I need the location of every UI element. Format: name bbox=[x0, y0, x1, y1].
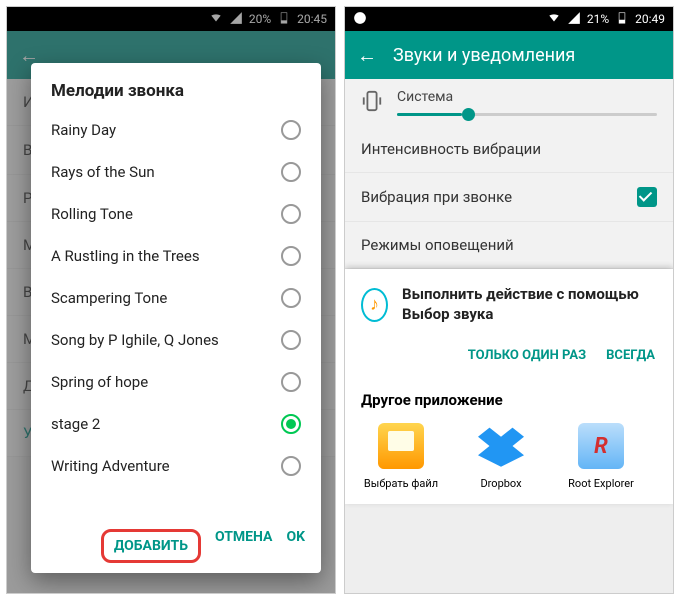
radio-icon[interactable] bbox=[281, 414, 301, 434]
ringtone-item[interactable]: Song by P Ighile, Q Jones bbox=[31, 319, 321, 361]
wifi-icon bbox=[547, 11, 561, 28]
radio-icon[interactable] bbox=[281, 246, 301, 266]
action-bar: ← Звуки и уведомления bbox=[345, 31, 673, 79]
ringtone-list[interactable]: Rainy Day Rays of the Sun Rolling Tone A Ru… bbox=[31, 109, 321, 519]
page-title: Звуки и уведомления bbox=[393, 45, 575, 66]
dialog-buttons: ДОБАВИТЬ ОТМЕНА OK bbox=[31, 519, 321, 573]
radio-icon[interactable] bbox=[281, 456, 301, 476]
ringtone-item[interactable]: Rainy Day bbox=[31, 109, 321, 151]
ringtone-label: Rolling Tone bbox=[51, 205, 133, 223]
other-apps-title: Другое приложение bbox=[361, 391, 657, 409]
file-icon bbox=[378, 423, 424, 469]
cancel-button[interactable]: ОТМЕНА bbox=[215, 529, 272, 563]
vibrate-on-call-row[interactable]: Вибрация при звонке bbox=[345, 173, 673, 222]
music-note-icon: ♪ bbox=[361, 288, 388, 322]
system-volume-row: Система bbox=[345, 79, 673, 126]
signal-icon bbox=[567, 11, 581, 28]
root-icon bbox=[578, 423, 624, 469]
app-dropbox[interactable]: Dropbox bbox=[461, 423, 541, 490]
back-icon[interactable]: ← bbox=[357, 43, 377, 68]
ringtone-dialog: Мелодии звонка Rainy DayRays of the SunR… bbox=[31, 63, 321, 573]
ringtone-label: A Rustling in the Trees bbox=[51, 247, 200, 265]
action-chooser: ♪ Выполнить действие с помощью Выбор зву… bbox=[345, 269, 673, 504]
just-once-button[interactable]: ТОЛЬКО ОДИН РАЗ bbox=[468, 348, 586, 363]
system-label: Система bbox=[397, 89, 657, 105]
radio-icon[interactable] bbox=[281, 162, 301, 182]
ringtone-label: Song by P Ighile, Q Jones bbox=[51, 331, 219, 349]
ringtone-item[interactable]: A Rustling in the Trees bbox=[31, 235, 321, 277]
add-button[interactable]: ДОБАВИТЬ bbox=[101, 529, 201, 563]
radio-icon[interactable] bbox=[281, 204, 301, 224]
ringtone-label: Writing Adventure bbox=[51, 457, 170, 475]
battery-text: 21% bbox=[587, 12, 609, 26]
row-label: Интенсивность вибрации bbox=[361, 140, 541, 158]
other-apps-list: Выбрать файл Dropbox Root Explorer bbox=[361, 423, 657, 490]
app-label: Root Explorer bbox=[568, 477, 634, 490]
radio-icon[interactable] bbox=[281, 330, 301, 350]
system-volume-slider[interactable] bbox=[397, 113, 657, 116]
ringtone-label: stage 2 bbox=[51, 415, 100, 433]
ringtone-label: Scampering Tone bbox=[51, 289, 167, 307]
app-label: Dropbox bbox=[480, 477, 521, 490]
row-label: Вибрация при звонке bbox=[361, 188, 512, 206]
battery-icon bbox=[615, 11, 629, 28]
ringtone-label: Rays of the Sun bbox=[51, 163, 155, 181]
status-bar: 21% 20:49 bbox=[345, 7, 673, 31]
ringtone-item[interactable]: Spring of hope bbox=[31, 361, 321, 403]
ringtone-item[interactable]: Writing Adventure bbox=[31, 445, 321, 487]
ringtone-item[interactable]: Rays of the Sun bbox=[31, 151, 321, 193]
app-label: Выбрать файл bbox=[364, 477, 438, 490]
ringtone-item[interactable]: stage 2 bbox=[31, 403, 321, 445]
chooser-title: Выполнить действие с помощью Выбор звука bbox=[402, 285, 657, 324]
always-button[interactable]: ВСЕГДА bbox=[606, 348, 655, 363]
app-root[interactable]: Root Explorer bbox=[561, 423, 641, 490]
dropbox-icon bbox=[478, 423, 524, 469]
left-phone: 20% 20:45 ← И В Р М В М Д Уведомление Ме… bbox=[6, 6, 336, 594]
settings-content: Система Интенсивность вибрации Вибрация … bbox=[345, 79, 673, 269]
clock: 20:49 bbox=[635, 12, 665, 26]
phone-vibrate-icon bbox=[361, 90, 383, 116]
row-label: Режимы оповещений bbox=[361, 236, 514, 254]
checkbox-icon[interactable] bbox=[637, 187, 657, 207]
radio-icon[interactable] bbox=[281, 288, 301, 308]
radio-icon[interactable] bbox=[281, 120, 301, 140]
ringtone-label: Spring of hope bbox=[51, 373, 148, 391]
spotify-icon bbox=[353, 11, 367, 28]
app-file[interactable]: Выбрать файл bbox=[361, 423, 441, 490]
right-phone: 21% 20:49 ← Звуки и уведомления Система … bbox=[344, 6, 674, 594]
radio-icon[interactable] bbox=[281, 372, 301, 392]
ringtone-label: Rainy Day bbox=[51, 121, 116, 139]
ringtone-item[interactable]: Scampering Tone bbox=[31, 277, 321, 319]
ok-button[interactable]: OK bbox=[286, 529, 305, 563]
vibration-intensity-row[interactable]: Интенсивность вибрации bbox=[345, 126, 673, 173]
notification-modes-row[interactable]: Режимы оповещений bbox=[345, 222, 673, 269]
dialog-title: Мелодии звонка bbox=[31, 63, 321, 109]
ringtone-item[interactable]: Rolling Tone bbox=[31, 193, 321, 235]
